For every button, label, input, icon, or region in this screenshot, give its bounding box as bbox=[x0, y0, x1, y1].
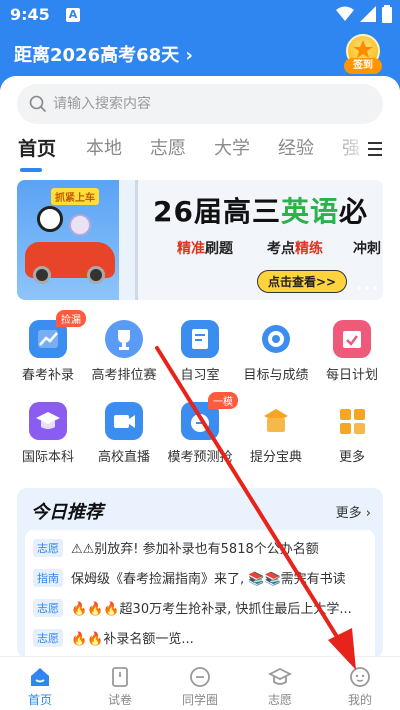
grid-label: 高校直播 bbox=[97, 450, 150, 465]
checkin-label: 签到 bbox=[344, 58, 382, 74]
status-icons bbox=[336, 5, 392, 23]
item-text: 🔥🔥补录名额一览... bbox=[71, 632, 194, 647]
grid-ranking-contest[interactable]: 高考排位赛 bbox=[86, 320, 162, 388]
grid-college-live[interactable]: 高校直播 bbox=[86, 402, 162, 470]
tab-university[interactable]: 大学 bbox=[214, 134, 250, 160]
item-tag: 志愿 bbox=[33, 539, 63, 557]
item-tag: 志愿 bbox=[33, 599, 63, 617]
grid-goals-scores[interactable]: 目标与成绩 bbox=[238, 320, 314, 388]
checkin-button[interactable]: 签到 bbox=[344, 34, 382, 78]
grid-more-icon bbox=[333, 402, 371, 440]
grid-label: 国际本科 bbox=[21, 450, 74, 465]
list-item[interactable]: 志愿 ⚠⚠别放弃! 参加补录也有5818个公办名额 bbox=[25, 532, 375, 562]
paper-icon bbox=[112, 667, 128, 687]
item-tag: 志愿 bbox=[33, 629, 63, 647]
item-text: 保姆级《春考捡漏指南》来了, 📚📚需完有书读 bbox=[71, 572, 346, 587]
grid-study-room[interactable]: 自习室 bbox=[162, 320, 238, 388]
search-icon bbox=[29, 95, 47, 113]
grid-score-guide[interactable]: 提分宝典 bbox=[238, 402, 314, 470]
nav-papers[interactable]: 试卷 bbox=[80, 661, 160, 709]
active-tab-indicator bbox=[20, 168, 42, 172]
menu-icon[interactable] bbox=[368, 142, 382, 160]
exam-countdown[interactable]: 距离2026高考68天 › bbox=[14, 41, 193, 67]
main-content: 首页 本地 志愿 大学 经验 强 抓紧上车 26届高三英语必 精准刷题 考点精练… bbox=[0, 76, 400, 658]
nav-label: 我的 bbox=[347, 693, 372, 707]
tab-home[interactable]: 首页 bbox=[18, 134, 56, 161]
list-item[interactable]: 志愿 🔥🔥🔥超30万考生抢补录, 快抓住最后上大学... bbox=[25, 592, 375, 622]
grid-label: 模考预测抢 bbox=[167, 450, 233, 465]
nav-classmates[interactable]: 同学圈 bbox=[160, 661, 240, 709]
banner-tag: 抓紧上车 bbox=[51, 188, 99, 205]
nav-label: 首页 bbox=[27, 693, 52, 707]
badge-first-mock: 一模 bbox=[208, 392, 238, 409]
banner-pagination bbox=[357, 286, 377, 290]
tab-volunteer[interactable]: 志愿 bbox=[150, 134, 186, 160]
grid-label: 自习室 bbox=[180, 368, 220, 383]
panda-icon bbox=[37, 206, 63, 232]
banner-feature-3: 冲刺 bbox=[353, 241, 381, 257]
grid-label: 春考补录 bbox=[21, 368, 74, 383]
grid-daily-plan[interactable]: 每日计划 bbox=[314, 320, 390, 388]
status-time: 9:45 bbox=[10, 5, 50, 24]
category-tabs: 首页 本地 志愿 大学 经验 强 bbox=[0, 134, 400, 174]
banner-feature-1: 精准刷题 bbox=[177, 241, 233, 257]
item-text: ⚠⚠别放弃! 参加补录也有5818个公办名额 bbox=[71, 542, 319, 557]
trophy-icon bbox=[105, 320, 143, 358]
banner-view-button[interactable]: 点击查看>> bbox=[257, 270, 348, 293]
status-bar: 9:45 A bbox=[0, 0, 400, 30]
grid-intl-undergrad[interactable]: 国际本科 bbox=[10, 402, 86, 470]
circle-icon bbox=[190, 667, 210, 687]
profile-icon bbox=[350, 667, 370, 687]
battery-icon bbox=[382, 5, 392, 23]
chevron-right-icon: › bbox=[185, 45, 193, 66]
search-input[interactable] bbox=[53, 84, 373, 124]
cap-icon bbox=[268, 667, 292, 685]
grid-label: 高考排位赛 bbox=[91, 368, 157, 383]
promo-banner[interactable]: 抓紧上车 26届高三英语必 精准刷题 考点精练 冲刺 点击查看>> bbox=[17, 180, 383, 300]
signal-icon bbox=[360, 6, 376, 22]
wifi-icon bbox=[336, 6, 354, 21]
badge-pick-up: 捡漏 bbox=[56, 310, 86, 327]
grid-mock-exam[interactable]: 一模 模考预测抢 bbox=[162, 392, 238, 470]
bottom-navigation: 首页 试卷 同学圈 志愿 我的 bbox=[0, 656, 400, 710]
book-icon bbox=[257, 402, 295, 440]
car-icon bbox=[25, 242, 115, 284]
nav-label: 同学圈 bbox=[181, 693, 218, 707]
grid-label: 目标与成绩 bbox=[243, 368, 309, 383]
notification-icon: A bbox=[66, 8, 80, 22]
countdown-text: 距离2026高考68天 bbox=[14, 45, 180, 66]
grid-label: 提分宝典 bbox=[249, 450, 302, 465]
item-text: 🔥🔥🔥超30万考生抢补录, 快抓住最后上大学... bbox=[71, 602, 352, 617]
grid-label: 更多 bbox=[338, 450, 365, 465]
calendar-check-icon bbox=[333, 320, 371, 358]
item-tag: 指南 bbox=[33, 569, 63, 587]
recommend-more-link[interactable]: 更多 › bbox=[336, 502, 371, 521]
banner-illustration: 抓紧上车 bbox=[17, 180, 119, 300]
list-item[interactable]: 志愿 🔥🔥补录名额一览... bbox=[25, 622, 375, 652]
nav-label: 试卷 bbox=[107, 693, 132, 707]
notebook-icon bbox=[181, 320, 219, 358]
tab-experience[interactable]: 经验 bbox=[278, 134, 314, 160]
cat-icon bbox=[69, 214, 91, 236]
search-bar[interactable] bbox=[17, 84, 383, 124]
banner-feature-2: 考点精练 bbox=[267, 241, 323, 257]
recommend-title: 今日推荐 bbox=[31, 502, 103, 523]
target-icon bbox=[257, 320, 295, 358]
nav-label: 志愿 bbox=[267, 693, 292, 707]
nav-profile[interactable]: 我的 bbox=[320, 661, 400, 709]
grid-spring-supplement[interactable]: 捡漏 春考补录 bbox=[10, 310, 86, 388]
grid-label: 每日计划 bbox=[325, 368, 378, 383]
nav-volunteer[interactable]: 志愿 bbox=[240, 661, 320, 709]
today-recommend-card: 今日推荐 更多 › 志愿 ⚠⚠别放弃! 参加补录也有5818个公办名额 指南 保… bbox=[17, 488, 383, 658]
home-icon bbox=[31, 668, 49, 686]
tabs-fade bbox=[330, 134, 370, 170]
tab-local[interactable]: 本地 bbox=[86, 134, 122, 160]
recommend-list: 志愿 ⚠⚠别放弃! 参加补录也有5818个公办名额 指南 保姆级《春考捡漏指南》… bbox=[25, 530, 375, 658]
graduation-cap-icon bbox=[29, 402, 67, 440]
list-item[interactable]: 指南 保姆级《春考捡漏指南》来了, 📚📚需完有书读 bbox=[25, 562, 375, 592]
grid-more[interactable]: 更多 bbox=[314, 402, 390, 470]
video-icon bbox=[105, 402, 143, 440]
banner-title: 26届高三英语必 bbox=[153, 195, 368, 228]
nav-home[interactable]: 首页 bbox=[0, 661, 80, 709]
